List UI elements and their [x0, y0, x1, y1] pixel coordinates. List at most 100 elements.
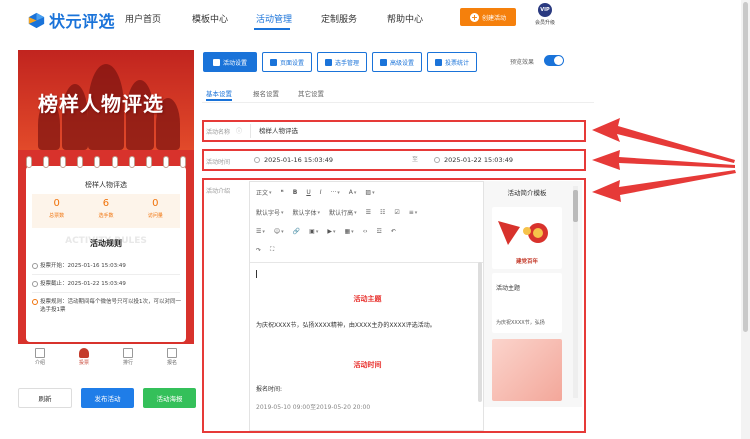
create-activity-button[interactable]: + 创建活动 — [460, 8, 516, 26]
divider — [250, 262, 483, 263]
divider — [202, 102, 594, 103]
publish-button[interactable]: 发布活动 — [81, 388, 134, 408]
rich-text-editor[interactable]: 正文 ▾ ❝ B U I ··· ▾ A ▾ ▨ ▾ 默认字号 ▾ 默认字体 ▾ 默认行高 ▾… — [249, 181, 484, 431]
template-scrollbar-thumb[interactable] — [573, 190, 578, 222]
tab-advanced-settings[interactable]: 高级设置 — [372, 52, 422, 72]
subtab-other[interactable]: 其它设置 — [298, 88, 324, 98]
toggle-knob — [554, 56, 563, 65]
italic-icon[interactable]: I — [320, 189, 322, 196]
tab-label: 报名 — [166, 360, 177, 366]
activity-name-input[interactable]: 榜样人物评选 — [250, 124, 582, 138]
nav-help[interactable]: 帮助中心 — [387, 12, 423, 25]
stat-label: 访问量 — [147, 213, 163, 219]
editor-scrollbar[interactable] — [478, 262, 482, 402]
align-icon[interactable]: ≡ ▾ — [409, 209, 418, 216]
end-time-input[interactable]: 2025-01-22 15:03:49 — [434, 153, 513, 167]
paragraph-style-select[interactable]: 正文 ▾ — [256, 188, 272, 198]
nav-custom-service[interactable]: 定制服务 — [321, 12, 357, 25]
font-size-select[interactable]: 默认字号 ▾ — [256, 208, 284, 218]
help-icon[interactable]: ⓘ — [236, 126, 242, 135]
table-icon[interactable]: ▦ ▾ — [345, 228, 354, 235]
binder-rings — [26, 156, 186, 170]
template-card[interactable]: 建党百年 — [492, 207, 562, 269]
ring-icon — [111, 156, 118, 168]
underline-icon[interactable]: U — [306, 189, 310, 196]
quote-icon[interactable]: ❝ — [281, 189, 284, 196]
page-scrollbar[interactable] — [741, 0, 750, 439]
tab-page-settings[interactable]: 页面设置 — [262, 52, 312, 72]
background-color-icon[interactable]: ▨ ▾ — [365, 189, 374, 196]
video-icon[interactable]: ▶ ▾ — [327, 228, 335, 235]
end-time-value: 2025-01-22 15:03:49 — [444, 156, 514, 164]
tool-label: 默认字号 — [256, 210, 281, 217]
subtab-basic[interactable]: 基本设置 — [206, 88, 232, 98]
undo-icon[interactable]: ↶ — [391, 228, 396, 235]
bullet-list-icon[interactable]: ☰ — [366, 209, 371, 216]
template-card-text: 建党百年 — [515, 259, 538, 265]
tab-contestants[interactable]: 选手管理 — [317, 52, 367, 72]
todo-icon[interactable]: ☑ — [394, 209, 399, 216]
nav-activity-manage[interactable]: 活动管理 — [256, 12, 292, 25]
bar-chart-icon — [434, 58, 442, 66]
rule-end: 投票截止：2025-01-22 15:03:49 — [32, 280, 182, 288]
ring-icon — [145, 156, 152, 168]
template-scrollbar[interactable] — [573, 186, 578, 398]
page-scrollbar-thumb[interactable] — [743, 2, 748, 332]
rule-voting: 投票规则：活动期间每个微信号只可以投1次，可以对同一选手投1票 — [32, 298, 182, 314]
link-icon[interactable]: 🔗 — [293, 228, 300, 235]
nav-home[interactable]: 用户首页 — [125, 12, 161, 25]
tab-intro[interactable]: 介绍 — [25, 346, 55, 374]
image-icon[interactable]: ▣ ▾ — [309, 228, 318, 235]
logo[interactable]: 状元评选 — [28, 8, 115, 32]
editor-toolbar-row: ☰ ▾ ☺ ▾ 🔗 ▣ ▾ ▶ ▾ ▦ ▾ ‹› ☲ ↶ — [256, 228, 396, 235]
activity-time-label: 活动时间 — [206, 159, 231, 166]
start-time-input[interactable]: 2025-01-16 15:03:49 — [254, 153, 333, 167]
line-height-select[interactable]: 默认行高 ▾ — [329, 208, 357, 218]
ring-icon — [128, 156, 135, 168]
template-card[interactable] — [492, 339, 562, 401]
tab-activity-settings[interactable]: 活动设置 — [203, 52, 257, 72]
preview-bottom-tabs: 介绍 投票 排行 报名 — [18, 346, 194, 374]
template-card[interactable]: 活动主题 为庆祝XXXX节，弘扬 — [492, 273, 562, 333]
stat-value: 6 — [102, 198, 110, 209]
numbered-list-icon[interactable]: ☷ — [380, 209, 385, 216]
emoji-icon[interactable]: ☺ ▾ — [274, 228, 284, 235]
vip-upgrade[interactable]: VIP 会员升级 — [530, 3, 560, 26]
tab-label: 介绍 — [34, 360, 45, 366]
template-card-text: 为庆祝XXXX节，弘扬 — [496, 320, 545, 326]
vip-icon: VIP — [538, 3, 552, 17]
tab-vote[interactable]: 投票 — [69, 346, 99, 374]
tab-ranking[interactable]: 排行 — [113, 346, 143, 374]
font-family-select[interactable]: 默认字体 ▾ — [292, 208, 321, 218]
clock-icon — [32, 281, 38, 287]
clock-icon — [434, 157, 440, 163]
editor-toolbar-row: ↷ ⛶ — [256, 246, 274, 254]
tab-vote-statistics[interactable]: 投票统计 — [427, 52, 477, 72]
person-icon — [79, 348, 89, 358]
tab-label: 排行 — [122, 360, 133, 366]
code-icon[interactable]: ‹› — [363, 228, 368, 235]
preview-toggle[interactable] — [544, 55, 564, 66]
tool-label: A — [348, 189, 353, 196]
stat-visits: 0 访问量 — [131, 194, 180, 228]
indent-icon[interactable]: ☰ ▾ — [256, 228, 265, 235]
text-cursor — [256, 270, 257, 278]
tab-signup[interactable]: 报名 — [157, 346, 187, 374]
subtab-signup[interactable]: 报名设置 — [253, 88, 279, 98]
tab-label: 选手管理 — [334, 59, 359, 67]
font-color-icon[interactable]: A ▾ — [349, 189, 357, 196]
nav-templates[interactable]: 模板中心 — [192, 12, 228, 25]
start-time-value: 2025-01-16 15:03:49 — [264, 156, 334, 164]
more-icon[interactable]: ··· ▾ — [331, 189, 340, 196]
bold-icon[interactable]: B — [293, 189, 298, 196]
poster-button[interactable]: 活动海报 — [143, 388, 196, 408]
tool-label: 默认字体 — [292, 210, 317, 217]
refresh-button[interactable]: 刷新 — [18, 388, 72, 408]
tool-label: ≡ — [408, 209, 414, 216]
clock-icon — [32, 263, 38, 269]
preview-stats: 0 总票数 6 选手数 0 访问量 — [32, 194, 180, 228]
fullscreen-icon[interactable]: ⛶ — [270, 246, 274, 254]
redo-icon[interactable]: ↷ — [256, 247, 261, 254]
divider-icon[interactable]: ☲ — [377, 228, 382, 235]
sliders-icon — [379, 58, 387, 66]
